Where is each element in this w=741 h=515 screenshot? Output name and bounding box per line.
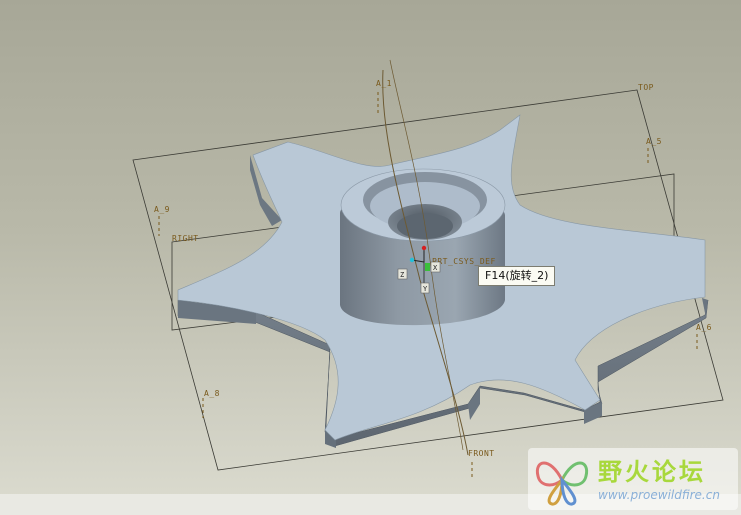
label-axis-a1: A_1 xyxy=(376,79,392,88)
watermark-url: www.proewildfire.cn xyxy=(598,488,720,502)
watermark-title: 野火论坛 xyxy=(598,458,706,486)
label-axis-a6: A_6 xyxy=(696,323,712,332)
forum-watermark: 野火论坛 www.proewildfire.cn xyxy=(528,448,738,510)
label-front: FRONT xyxy=(468,449,495,458)
graphics-window[interactable]: TOP RIGHT FRONT A_1 A_5 A_6 A_8 A_9 PRT_… xyxy=(0,0,741,515)
label-axis-a9: A_9 xyxy=(154,205,170,214)
label-csys: PRT_CSYS_DEF xyxy=(432,257,496,266)
model-scene[interactable]: TOP RIGHT FRONT A_1 A_5 A_6 A_8 A_9 PRT_… xyxy=(0,0,741,494)
axis-mark-z: Z xyxy=(400,271,404,279)
star-plate[interactable] xyxy=(177,114,709,448)
feature-tooltip: F14(旋转_2) xyxy=(478,266,556,286)
label-axis-a8: A_8 xyxy=(204,389,220,398)
label-top: TOP xyxy=(638,83,654,92)
label-right: RIGHT xyxy=(172,234,199,243)
butterfly-logo-icon xyxy=(535,461,589,506)
label-axis-a5: A_5 xyxy=(646,137,662,146)
